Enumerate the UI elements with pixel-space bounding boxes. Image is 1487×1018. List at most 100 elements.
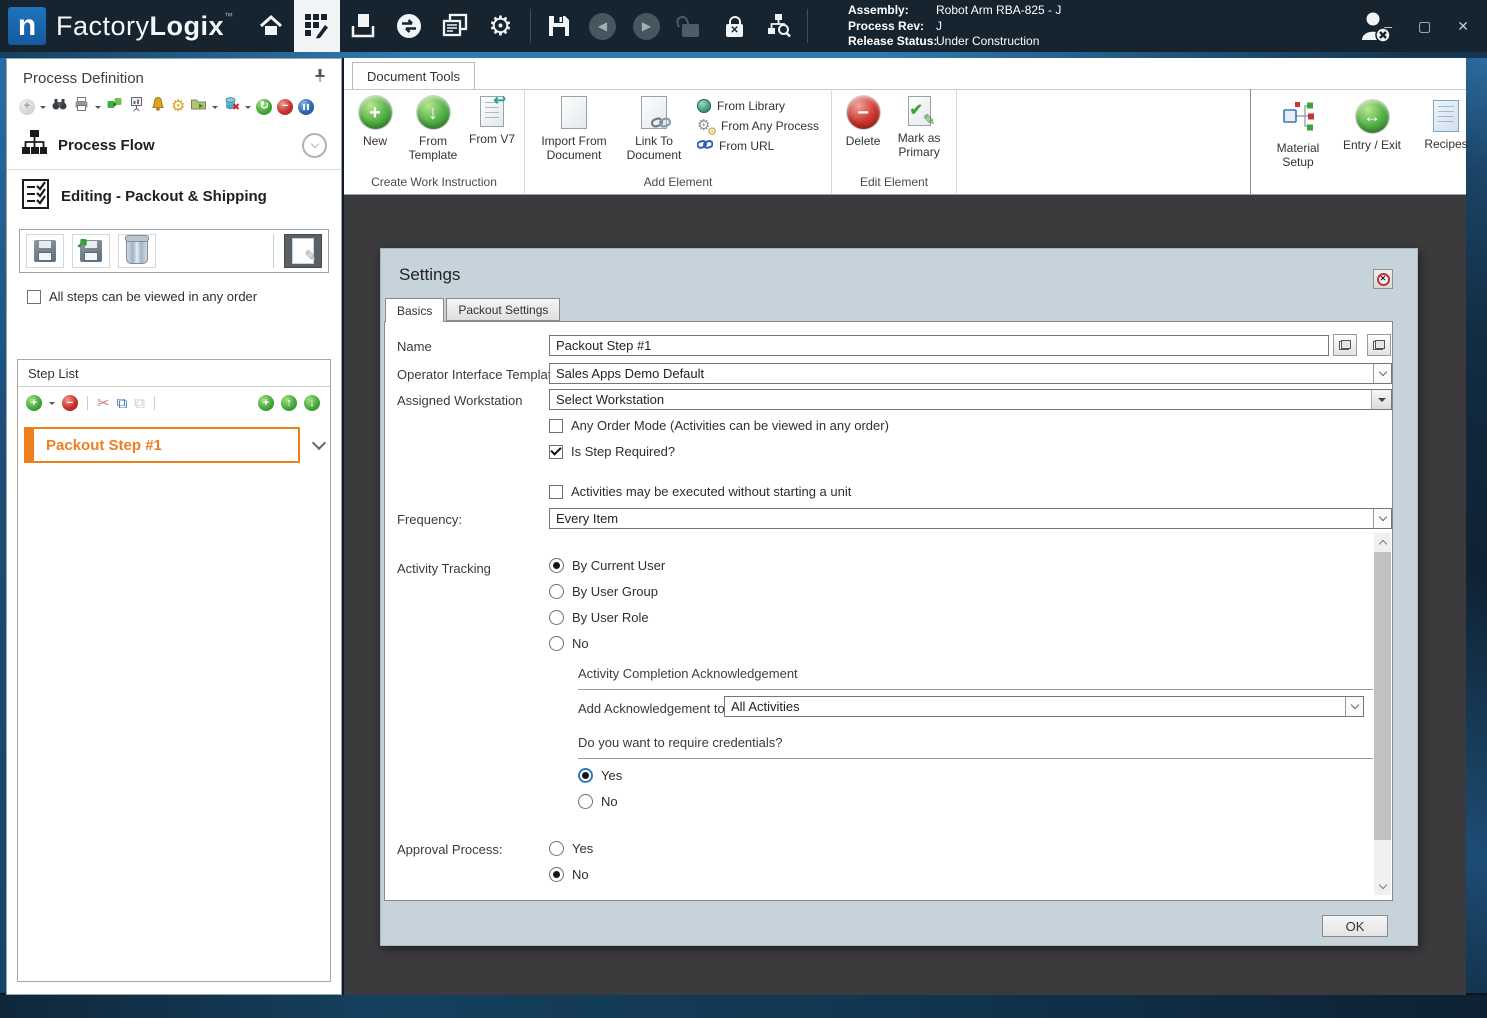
assigned-workstation-select[interactable]: Select Workstation [549,389,1392,410]
pause-icon[interactable] [298,98,315,115]
add-step-dropdown-icon[interactable] [49,402,55,408]
credentials-no-option[interactable]: No [578,794,618,809]
credentials-yes-option[interactable]: Yes [578,768,622,783]
save-icon[interactable] [537,0,581,52]
is-step-required-row[interactable]: Is Step Required? [549,444,675,459]
forward-icon[interactable]: ▶ [625,0,669,52]
home-icon[interactable] [248,0,294,52]
radio[interactable] [549,636,564,651]
radio[interactable] [549,841,564,856]
bell-icon[interactable] [150,96,166,117]
is-step-required-checkbox[interactable] [549,444,563,459]
add-process-icon[interactable]: + [19,98,35,115]
dialog-close-button[interactable]: ✕ [1373,269,1393,289]
move-step-down-icon[interactable]: ↓ [304,395,320,411]
name-input[interactable]: Packout Step #1 [549,335,1329,356]
no-unit-row[interactable]: Activities may be executed without start… [549,484,851,499]
presentation-icon[interactable] [128,96,145,117]
plugins-icon[interactable] [106,96,123,117]
entry-exit-button[interactable]: ↔ Entry / Exit [1343,95,1401,152]
tracking-by-current-user-option[interactable]: By Current User [549,558,665,573]
export-dropdown-icon[interactable] [212,105,219,112]
database-dropdown-icon[interactable] [245,105,252,112]
tracking-by-user-role-option[interactable]: By User Role [549,610,649,625]
any-order-mode-checkbox[interactable] [549,418,563,433]
new-button[interactable]: + New [352,91,398,148]
close-button[interactable]: ✕ [1457,18,1469,35]
from-v7-button[interactable]: ↩ From V7 [468,91,516,146]
scrollbar-thumb[interactable] [1374,552,1391,840]
dialog-scrollbar[interactable] [1374,533,1391,895]
mark-as-primary-button[interactable]: ✔ ✎ Mark as Primary [890,91,948,159]
import-step-button[interactable]: ➜ [72,233,110,268]
radio-selected[interactable] [578,768,593,783]
tracking-by-user-group-option[interactable]: By User Group [549,584,658,599]
recipes-button[interactable]: Recipes [1417,95,1475,151]
any-order-mode-row[interactable]: Any Order Mode (Activities can be viewed… [549,418,889,433]
maximize-button[interactable]: ▢ [1418,18,1431,35]
radio[interactable] [549,610,564,625]
find-icon[interactable] [51,96,68,117]
scroll-down-icon[interactable] [1374,878,1391,895]
link-to-document-button[interactable]: Link To Document [619,91,689,162]
radio[interactable] [578,794,593,809]
radio-selected[interactable] [549,867,564,882]
minimize-button[interactable]: – [1384,18,1392,34]
insert-step-icon[interactable]: + [258,395,274,411]
material-setup-button[interactable]: Material Setup [1269,95,1327,169]
radio-selected[interactable] [549,558,564,573]
process-settings-icon[interactable] [171,98,185,116]
any-order-checkbox[interactable] [27,289,41,304]
from-library-button[interactable]: From Library [697,99,819,113]
cut-icon[interactable]: ✂ [97,396,110,411]
no-unit-checkbox[interactable] [549,484,563,499]
from-template-button[interactable]: ↓ From Template [402,91,464,162]
lock-close-icon[interactable]: ✕ [713,0,757,52]
step-item-packout-step-1[interactable]: Packout Step #1 [24,427,300,463]
remove-icon[interactable]: − [277,98,294,115]
acknowledgement-select[interactable]: All Activities [724,696,1364,717]
remove-step-icon[interactable]: − [62,395,78,411]
from-any-process-button[interactable]: From Any Process [697,116,819,138]
tab-document-tools[interactable]: Document Tools [352,62,475,89]
sync-nav-icon[interactable] [386,0,432,52]
approval-no-option[interactable]: No [549,867,589,882]
step-expand-chevron-icon[interactable] [311,435,327,451]
export-folder-icon[interactable] [190,96,207,117]
collapse-icon[interactable] [302,132,327,158]
reports-nav-icon[interactable] [432,0,478,52]
workstation-dropdown-button[interactable] [1371,390,1391,409]
print-dropdown-icon[interactable] [95,105,101,112]
back-icon[interactable]: ◀ [581,0,625,52]
save-step-button[interactable] [26,234,64,268]
frequency-select[interactable]: Every Item [549,508,1392,529]
process-definition-nav-icon[interactable] [293,0,340,52]
ok-button[interactable]: OK [1322,915,1388,937]
pin-icon[interactable] [313,68,327,88]
radio[interactable] [549,584,564,599]
unlock-icon[interactable] [669,0,713,52]
print-icon[interactable] [73,96,90,117]
add-step-icon[interactable]: + [26,395,42,411]
production-nav-icon[interactable] [340,0,386,52]
settings-nav-icon[interactable] [478,0,524,52]
name-translate-button[interactable] [1333,334,1357,356]
import-from-document-button[interactable]: Import From Document [533,91,615,162]
edit-mode-button[interactable] [284,234,322,268]
approval-yes-option[interactable]: Yes [549,841,593,856]
process-search-icon[interactable] [757,0,801,52]
refresh-icon[interactable]: ↻ [256,98,273,115]
add-dropdown-icon[interactable] [40,105,46,112]
tracking-no-option[interactable]: No [549,636,589,651]
move-step-up-icon[interactable]: ↑ [281,395,297,411]
process-flow-row[interactable]: Process Flow [7,121,341,167]
dropdown-chevron-icon[interactable] [1373,364,1391,383]
paste-icon[interactable]: ⧉ [134,396,145,411]
scroll-up-icon[interactable] [1374,533,1391,550]
dropdown-chevron-icon[interactable] [1345,697,1363,716]
delete-button[interactable]: − Delete [840,91,886,148]
from-url-button[interactable]: From URL [696,139,819,153]
tab-packout-settings[interactable]: Packout Settings [446,298,561,321]
any-order-checkbox-row[interactable]: All steps can be viewed in any order [7,273,341,304]
tab-basics[interactable]: Basics [385,298,445,322]
